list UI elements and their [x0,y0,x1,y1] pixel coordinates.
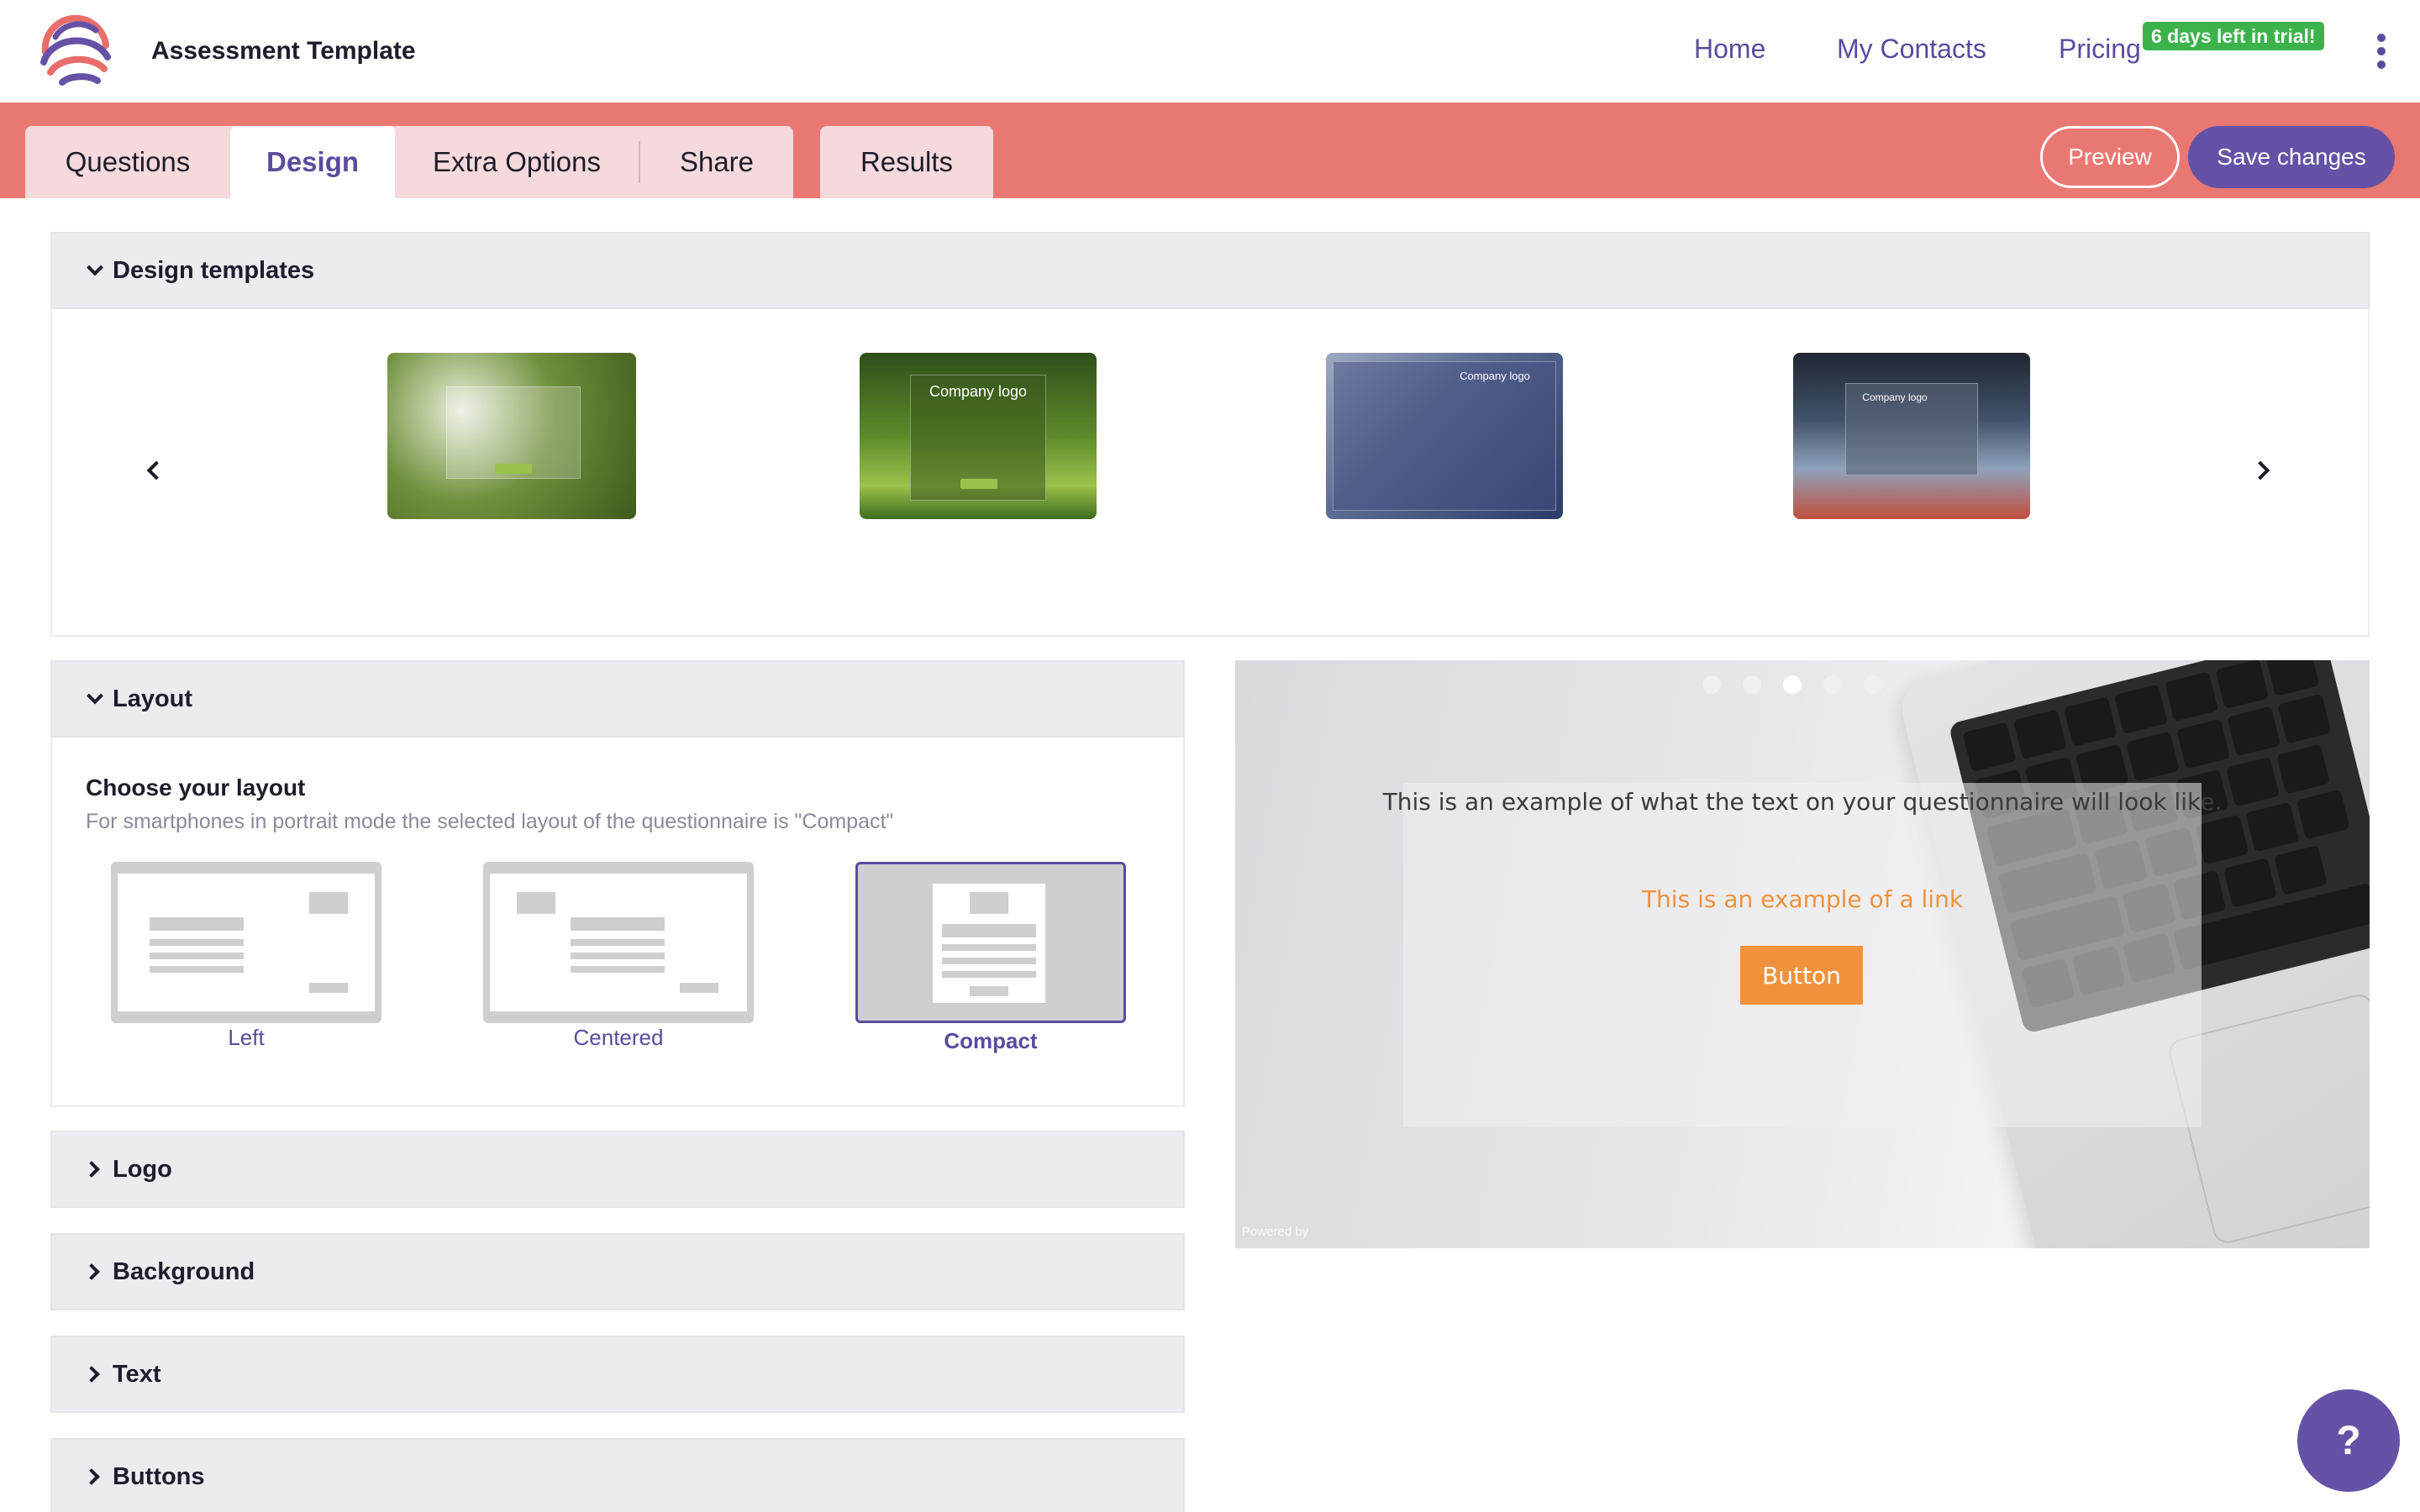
layout-heading: Layout [113,685,193,712]
preview-link[interactable]: This is an example of a link [1235,885,2370,913]
page-dot[interactable] [1823,675,1842,694]
chevron-right-icon [83,1263,100,1280]
chevron-right-icon [83,1161,100,1178]
tab-share[interactable]: Share [640,126,793,198]
layout-header[interactable]: Layout [50,660,1185,738]
chevron-right-icon [83,1366,100,1383]
template-thumbnail[interactable]: Company logo [1793,353,2030,519]
nav-my-contacts-link[interactable]: My Contacts [1837,34,1986,65]
design-templates-header[interactable]: Design templates [50,232,2370,309]
layout-option-compact[interactable] [855,862,1126,1023]
editor-tab-strip: Questions Design Extra Options Share Res… [0,102,2420,198]
tab-design[interactable]: Design [230,126,395,198]
trial-badge: 6 days left in trial! [2143,22,2324,50]
layout-option-left[interactable] [111,862,381,1023]
tab-questions[interactable]: Questions [25,126,230,198]
template-logo-text: Company logo [929,383,1028,400]
page-title: Assessment Template [151,37,416,65]
layout-option-compact-label[interactable]: Compact [855,1028,1126,1054]
buttons-section-header[interactable]: Buttons [50,1438,1185,1512]
help-button[interactable]: ? [2297,1389,2400,1492]
template-logo-text: Company logo [1862,391,1928,403]
page-dot[interactable] [1864,675,1882,694]
tab-group-results: Results [820,126,993,198]
template-logo-text: Company logo [1460,370,1530,382]
layout-note: For smartphones in portrait mode the sel… [86,810,894,833]
page-dot[interactable] [1743,675,1761,694]
nav-pricing-link[interactable]: Pricing [2059,34,2141,65]
nav-home-link[interactable]: Home [1694,34,1765,65]
preview-sample-button[interactable]: Button [1740,946,1863,1005]
preview-button[interactable]: Preview [2040,126,2180,188]
design-templates-heading: Design templates [113,256,315,284]
tab-extra-options[interactable]: Extra Options [395,126,639,198]
logo-section-label: Logo [113,1155,172,1183]
background-section-header[interactable]: Background [50,1233,1185,1310]
layout-option-centered[interactable] [483,862,754,1023]
chevron-down-icon [87,259,103,276]
preview-page-dots [1702,675,1882,694]
layout-option-left-label[interactable]: Left [111,1025,381,1051]
chevron-right-icon [83,1468,100,1485]
text-section-header[interactable]: Text [50,1336,1185,1413]
template-thumbnail[interactable] [387,353,636,519]
more-menu-icon[interactable] [2371,34,2391,71]
tab-group: Questions Design Extra Options Share [25,126,793,198]
background-section-label: Background [113,1257,255,1285]
save-changes-button[interactable]: Save changes [2188,126,2395,188]
logo-section-header[interactable]: Logo [50,1131,1185,1208]
buttons-section-label: Buttons [113,1462,205,1490]
page-dot-active[interactable] [1783,675,1802,694]
top-bar: Assessment Template Home My Contacts Pri… [0,0,2420,102]
app-logo-icon[interactable] [37,15,114,87]
powered-by-label: Powered by [1242,1225,1309,1239]
template-thumbnail[interactable]: Company logo [1326,353,1563,519]
chevron-down-icon [87,687,103,705]
text-section-label: Text [113,1360,161,1388]
page-dot[interactable] [1702,675,1721,694]
layout-option-centered-label[interactable]: Centered [483,1025,754,1051]
template-thumbnail[interactable]: Company logo [860,353,1097,519]
design-preview: This is an example of what the text on y… [1235,660,2370,1248]
tab-results[interactable]: Results [820,126,993,198]
preview-body-text: This is an example of what the text on y… [1382,788,2223,816]
choose-layout-title: Choose your layout [86,774,306,801]
